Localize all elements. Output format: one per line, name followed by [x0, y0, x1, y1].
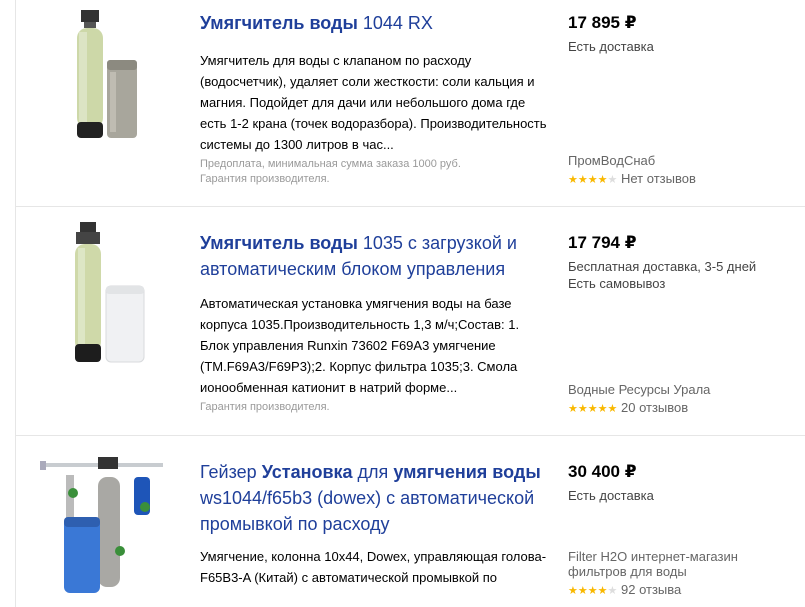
pickup-info: Есть самовывоз [568, 276, 666, 291]
shop-name[interactable]: Filter H2O интернет-магазин фильтров для… [568, 549, 798, 579]
star-icon: ★ [597, 585, 608, 597]
shop-rating[interactable]: ★★★★★ 20 отзывов [568, 400, 688, 415]
listing-price: 17 794 ₽ [568, 233, 637, 252]
star-icon: ★ [607, 403, 618, 415]
reviews-count: 20 отзывов [621, 400, 689, 415]
product-image[interactable] [75, 10, 145, 145]
product-image[interactable] [38, 455, 178, 600]
star-icon: ★ [597, 403, 608, 415]
shop-name[interactable]: Водные Ресурсы Урала [568, 382, 798, 397]
star-icon: ★ [568, 403, 578, 415]
divider [15, 206, 805, 207]
listing-title[interactable]: Умягчитель воды 1044 RX [200, 10, 550, 36]
listing-price: 17 895 ₽ [568, 13, 637, 32]
reviews-count: Нет отзывов [621, 171, 696, 186]
star-icon: ★ [568, 174, 578, 186]
star-icon: ★ [607, 174, 618, 186]
star-icon: ★ [587, 403, 598, 415]
delivery-info: Бесплатная доставка, 3-5 дней [568, 259, 757, 274]
product-image[interactable] [72, 222, 152, 367]
delivery-info: Есть доставка [568, 488, 654, 503]
shop-rating[interactable]: ★★★★★ Нет отзывов [568, 171, 696, 186]
shop-name[interactable]: ПромВодСнаб [568, 153, 798, 168]
delivery-info: Есть доставка [568, 39, 654, 54]
shop-rating[interactable]: ★★★★★ 92 отзыва [568, 582, 681, 597]
listing-note: Предоплата, минимальная сумма заказа 100… [200, 158, 461, 170]
star-icon: ★ [577, 403, 588, 415]
listing-title[interactable]: Умягчитель воды 1035 с загрузкой и автом… [200, 230, 550, 282]
divider [15, 435, 805, 436]
star-icon: ★ [597, 174, 608, 186]
star-icon: ★ [587, 174, 598, 186]
reviews-count: 92 отзыва [621, 582, 682, 597]
listing-note: Гарантия производителя. [200, 401, 330, 413]
listing-note: Гарантия производителя. [200, 173, 330, 185]
star-icon: ★ [587, 585, 598, 597]
listing-description: Умягчитель для воды с клапаном по расход… [200, 53, 547, 152]
listing-description: Умягчение, колонна 10x44, Dowex, управля… [200, 549, 547, 585]
listing-price: 30 400 ₽ [568, 462, 637, 481]
listing-title[interactable]: Гейзер Установка для умягчения воды ws10… [200, 459, 550, 537]
star-icon: ★ [568, 585, 578, 597]
listing-description: Автоматическая установка умягчения воды … [200, 296, 520, 395]
star-icon: ★ [577, 585, 588, 597]
star-icon: ★ [607, 585, 618, 597]
star-icon: ★ [577, 174, 588, 186]
